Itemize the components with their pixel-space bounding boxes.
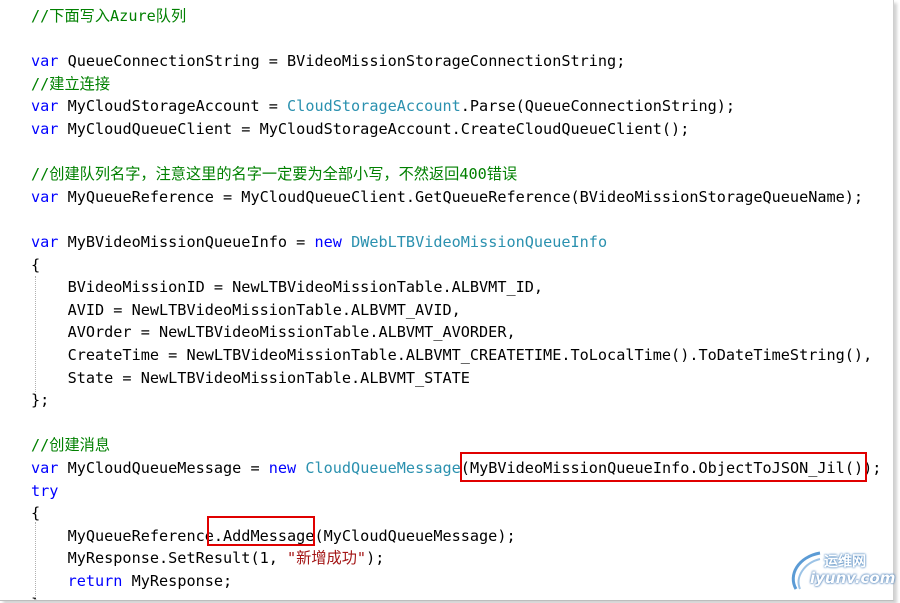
- code-line: //创建消息: [31, 435, 110, 455]
- code-token: new: [268, 459, 297, 477]
- code-token: );: [366, 549, 385, 568]
- code-line: State = NewLTBVideoMissionTable.ALBVMT_S…: [31, 368, 470, 388]
- code-token: //创建消息: [31, 436, 111, 455]
- code-token: //创建队列名字，注意这里的名字一定要为全部小写，不然返回400错误: [31, 165, 518, 184]
- code-token: var: [31, 233, 59, 251]
- code-line: //创建队列名字，注意这里的名字一定要为全部小写，不然返回400错误: [31, 164, 517, 184]
- code-line: CreateTime = NewLTBVideoMissionTable.ALB…: [31, 345, 873, 365]
- highlight-box-addmessage-call: [207, 516, 315, 546]
- code-token: MyCloudQueueClient = MyCloudStorageAccou…: [58, 120, 690, 138]
- code-line: var MyBVideoMissionQueueInfo = new DWebL…: [31, 232, 607, 252]
- code-token: {: [31, 255, 41, 274]
- code-token: CloudStorageAccount: [287, 97, 461, 116]
- code-token: MyQueueReference = MyCloudQueueClient.Ge…: [58, 187, 864, 206]
- code-token: var: [31, 459, 59, 477]
- code-token: MyCloudStorageAccount =: [58, 97, 288, 116]
- code-token: CreateTime = NewLTBVideoMissionTable.ALB…: [31, 346, 873, 364]
- code-token: var: [31, 97, 59, 116]
- code-line: return MyResponse;: [31, 571, 233, 591]
- code-token: .Parse(QueueConnectionString);: [460, 97, 736, 116]
- code-token: //建立连接: [31, 74, 111, 93]
- code-token: QueueConnectionString = BVideoMissionSto…: [58, 52, 626, 71]
- code-token: return: [67, 572, 123, 590]
- code-token: MyResponse;: [122, 572, 233, 590]
- code-line: AVOrder = NewLTBVideoMissionTable.ALBVMT…: [31, 322, 516, 342]
- watermark-cn: 运维网: [824, 554, 866, 570]
- code-line: var MyCloudStorageAccount = CloudStorage…: [31, 96, 735, 116]
- code-line: };: [31, 390, 49, 410]
- code-token: var: [31, 120, 59, 138]
- code-token: DWebLTBVideoMissionQueueInfo: [351, 233, 608, 251]
- code-line: try: [31, 481, 58, 501]
- indent-guide-try-block: [35, 522, 36, 600]
- code-token: CloudQueueMessage: [305, 459, 461, 477]
- code-line: //建立连接: [31, 74, 110, 94]
- code-token: MyBVideoMissionQueueInfo =: [58, 233, 315, 251]
- code-token: AVID = NewLTBVideoMissionTable.ALBVMT_AV…: [31, 300, 461, 319]
- code-line: BVideoMissionID = NewLTBVideoMissionTabl…: [31, 277, 543, 297]
- code-line: var MyQueueReference = MyCloudQueueClien…: [31, 187, 863, 207]
- code-token: "新增成功": [287, 549, 367, 568]
- code-token: };: [31, 391, 50, 410]
- code-token: AVOrder = NewLTBVideoMissionTable.ALBVMT…: [31, 323, 516, 342]
- code-screenshot-frame: //下面写入Azure队列 var QueueConnectionString =…: [0, 0, 894, 601]
- code-token: {: [31, 504, 41, 523]
- code-token: var: [31, 52, 59, 71]
- indent-guide-object-initializer: [35, 276, 36, 392]
- code-token: try: [31, 481, 59, 500]
- code-line: //下面写入Azure队列: [31, 6, 186, 26]
- code-line: AVID = NewLTBVideoMissionTable.ALBVMT_AV…: [31, 300, 461, 320]
- code-token: MyCloudQueueMessage =: [58, 459, 269, 477]
- code-line: var MyCloudQueueClient = MyCloudStorageA…: [31, 119, 689, 139]
- code-line: {: [31, 255, 40, 275]
- code-token: MyResponse.SetResult(1,: [31, 549, 288, 568]
- code-token: //下面写入Azure队列: [31, 7, 187, 25]
- code-token: BVideoMissionID = NewLTBVideoMissionTabl…: [31, 278, 544, 297]
- site-watermark: 运维网 iyunv.com: [786, 545, 895, 595]
- code-token: var: [31, 187, 59, 206]
- code-token: new: [314, 233, 342, 251]
- code-token: State = NewLTBVideoMissionTable.ALBVMT_S…: [31, 368, 470, 387]
- code-line: var QueueConnectionString = BVideoMissio…: [31, 51, 625, 71]
- code-line: {: [31, 503, 40, 523]
- watermark-en: iyunv.com: [810, 569, 896, 587]
- highlight-box-serialize-argument: [460, 452, 867, 482]
- code-line: MyResponse.SetResult(1, "新增成功");: [31, 548, 385, 568]
